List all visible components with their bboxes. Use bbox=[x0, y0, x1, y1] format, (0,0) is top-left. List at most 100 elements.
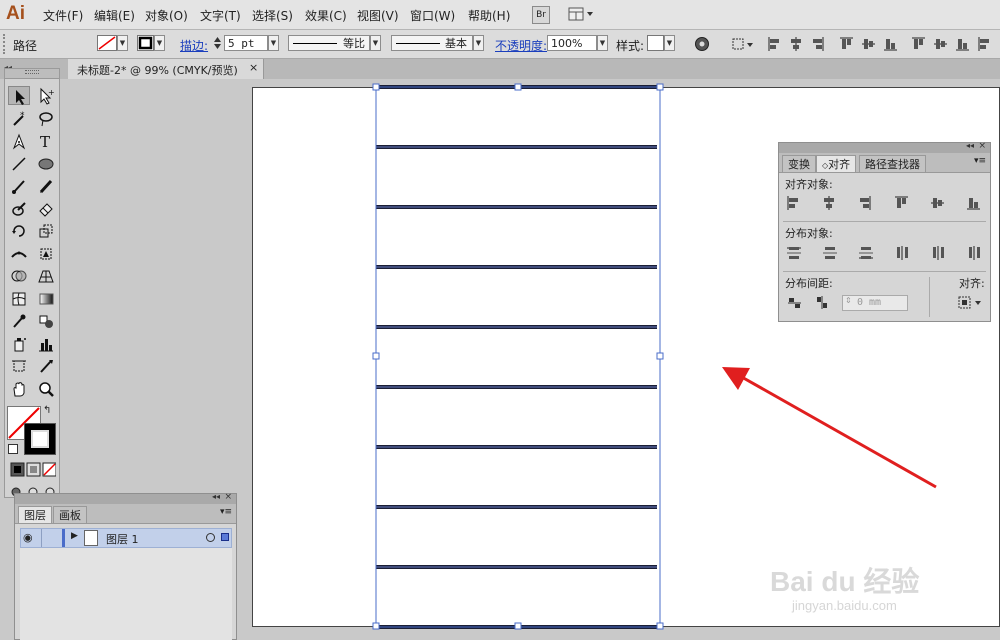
ellipse-tool[interactable] bbox=[35, 154, 57, 173]
tools-panel-header[interactable] bbox=[5, 69, 59, 79]
stroke-color-box[interactable] bbox=[24, 423, 56, 455]
distribute-hcenter-button[interactable] bbox=[933, 246, 944, 260]
control-align-bottom-button[interactable] bbox=[956, 39, 969, 51]
control-align-top-button[interactable] bbox=[912, 37, 925, 49]
align-panel-header[interactable]: ◂◂ × bbox=[779, 141, 990, 153]
stroke-link[interactable]: 描边: bbox=[180, 39, 208, 53]
magic-wand-tool[interactable]: * bbox=[8, 109, 30, 128]
eraser-tool[interactable] bbox=[35, 199, 57, 218]
stroke-weight-dropdown[interactable]: ▼ bbox=[268, 35, 279, 51]
control-align-hcenter-button[interactable] bbox=[791, 37, 801, 51]
type-tool[interactable]: T bbox=[35, 131, 57, 151]
align-hcenter-button[interactable] bbox=[824, 196, 834, 210]
graphic-style-swatch[interactable] bbox=[647, 35, 664, 51]
artboard-tool[interactable] bbox=[8, 356, 30, 375]
control-align-vcenter-button[interactable] bbox=[934, 39, 947, 49]
menu-window[interactable]: 窗口(W) bbox=[410, 7, 455, 24]
eyedropper-tool[interactable] bbox=[8, 311, 30, 330]
rotate-tool[interactable] bbox=[8, 221, 30, 240]
stroke-dropdown[interactable]: ▼ bbox=[154, 35, 165, 51]
hand-tool[interactable] bbox=[8, 379, 30, 398]
control-align-left-button[interactable] bbox=[978, 37, 989, 51]
panel-menu-icon[interactable]: ▾≡ bbox=[220, 507, 232, 517]
close-panel-icon[interactable]: × bbox=[224, 492, 232, 502]
brush-dropdown[interactable]: ▼ bbox=[473, 35, 484, 51]
swap-colors-icon[interactable]: ↰ bbox=[43, 405, 51, 416]
distribute-vcenter-button[interactable] bbox=[823, 247, 837, 259]
align-top-button[interactable] bbox=[895, 196, 908, 208]
profile-dropdown[interactable]: ▼ bbox=[370, 35, 381, 51]
panel-menu-icon[interactable]: ▾≡ bbox=[974, 156, 986, 166]
control-align-left-button[interactable] bbox=[768, 37, 779, 51]
align-left-button[interactable] bbox=[787, 196, 798, 210]
selection-indicator-icon[interactable] bbox=[221, 533, 229, 541]
align-vcenter-button[interactable] bbox=[931, 198, 944, 208]
slice-tool[interactable] bbox=[35, 356, 57, 375]
distribute-top-button[interactable] bbox=[787, 247, 801, 259]
control-align-vcenter-button[interactable] bbox=[862, 39, 875, 49]
recolor-artwork-button[interactable] bbox=[694, 36, 710, 52]
mesh-tool[interactable] bbox=[8, 289, 30, 308]
menu-file[interactable]: 文件(F) bbox=[43, 7, 83, 24]
distribute-bottom-button[interactable] bbox=[859, 247, 873, 259]
line-segment-tool[interactable] bbox=[8, 154, 30, 173]
opacity-link[interactable]: 不透明度: bbox=[495, 39, 547, 53]
visibility-eye-icon[interactable]: ◉ bbox=[23, 531, 39, 545]
expand-triangle-icon[interactable]: ▶ bbox=[71, 531, 78, 541]
direct-selection-tool[interactable]: + bbox=[35, 86, 57, 105]
stroke-swatch[interactable] bbox=[137, 35, 154, 51]
stroke-label[interactable]: 描边: bbox=[180, 37, 208, 54]
layer-row[interactable]: ◉ ▶ 图层 1 bbox=[20, 528, 232, 548]
align-bottom-button[interactable] bbox=[967, 198, 980, 210]
menu-select[interactable]: 选择(S) bbox=[252, 7, 293, 24]
align-to-dropdown[interactable] bbox=[957, 295, 985, 311]
menu-help[interactable]: 帮助(H) bbox=[468, 7, 510, 24]
align-right-button[interactable] bbox=[860, 196, 871, 210]
menu-view[interactable]: 视图(V) bbox=[357, 7, 399, 24]
fill-swatch[interactable] bbox=[97, 35, 117, 51]
menu-type[interactable]: 文字(T) bbox=[200, 7, 241, 24]
spacing-input[interactable]: ⇕ 0 mm bbox=[842, 295, 908, 311]
opacity-dropdown[interactable]: ▼ bbox=[597, 35, 608, 51]
shape-builder-tool[interactable] bbox=[8, 266, 30, 285]
lasso-tool[interactable] bbox=[35, 109, 57, 128]
opacity-label[interactable]: 不透明度: bbox=[495, 37, 547, 54]
menu-effect[interactable]: 效果(C) bbox=[305, 7, 347, 24]
close-tab-icon[interactable]: × bbox=[249, 61, 258, 74]
free-transform-tool[interactable] bbox=[35, 244, 57, 263]
distribute-right-button[interactable] bbox=[969, 246, 980, 260]
bridge-button[interactable]: Br bbox=[532, 6, 550, 24]
default-colors-icon[interactable] bbox=[8, 444, 18, 454]
selection-tool[interactable] bbox=[8, 86, 30, 105]
menu-object[interactable]: 对象(O) bbox=[145, 7, 188, 24]
target-circle-icon[interactable] bbox=[206, 533, 215, 542]
fill-dropdown[interactable]: ▼ bbox=[117, 35, 128, 51]
stroke-weight-input[interactable]: 5 pt bbox=[224, 35, 268, 51]
distribute-left-button[interactable] bbox=[897, 246, 908, 260]
layers-panel-header[interactable]: ◂◂ × bbox=[15, 492, 236, 504]
tab-artboards[interactable]: 画板 bbox=[53, 506, 87, 523]
menu-edit[interactable]: 编辑(E) bbox=[94, 7, 135, 24]
width-tool[interactable] bbox=[8, 244, 30, 263]
collapse-panel-icon[interactable]: ◂◂ bbox=[212, 492, 220, 501]
blend-tool[interactable] bbox=[35, 311, 57, 330]
column-graph-tool[interactable] bbox=[35, 334, 57, 353]
graphic-style-dropdown[interactable]: ▼ bbox=[664, 35, 675, 51]
control-align-bottom-button[interactable] bbox=[884, 39, 897, 51]
tab-layers[interactable]: 图层 bbox=[18, 506, 52, 523]
scale-tool[interactable] bbox=[35, 221, 57, 240]
stroke-weight-stepper[interactable] bbox=[212, 35, 223, 51]
tab-pathfinder[interactable]: 路径查找器 bbox=[859, 155, 926, 172]
brush-definition[interactable]: 基本 bbox=[391, 35, 473, 51]
tab-transform[interactable]: 变换 bbox=[782, 155, 816, 172]
blob-brush-tool[interactable] bbox=[8, 199, 30, 218]
perspective-grid-tool[interactable] bbox=[35, 266, 57, 285]
zoom-tool[interactable] bbox=[35, 379, 57, 398]
gradient-tool[interactable] bbox=[35, 289, 57, 308]
layer-name[interactable]: 图层 1 bbox=[106, 531, 139, 547]
pen-tool[interactable] bbox=[8, 131, 30, 150]
tab-align[interactable]: ◇对齐 bbox=[816, 155, 857, 172]
close-panel-icon[interactable]: × bbox=[978, 141, 986, 151]
workspace-switcher[interactable] bbox=[568, 6, 596, 22]
control-align-top-button[interactable] bbox=[840, 37, 853, 49]
